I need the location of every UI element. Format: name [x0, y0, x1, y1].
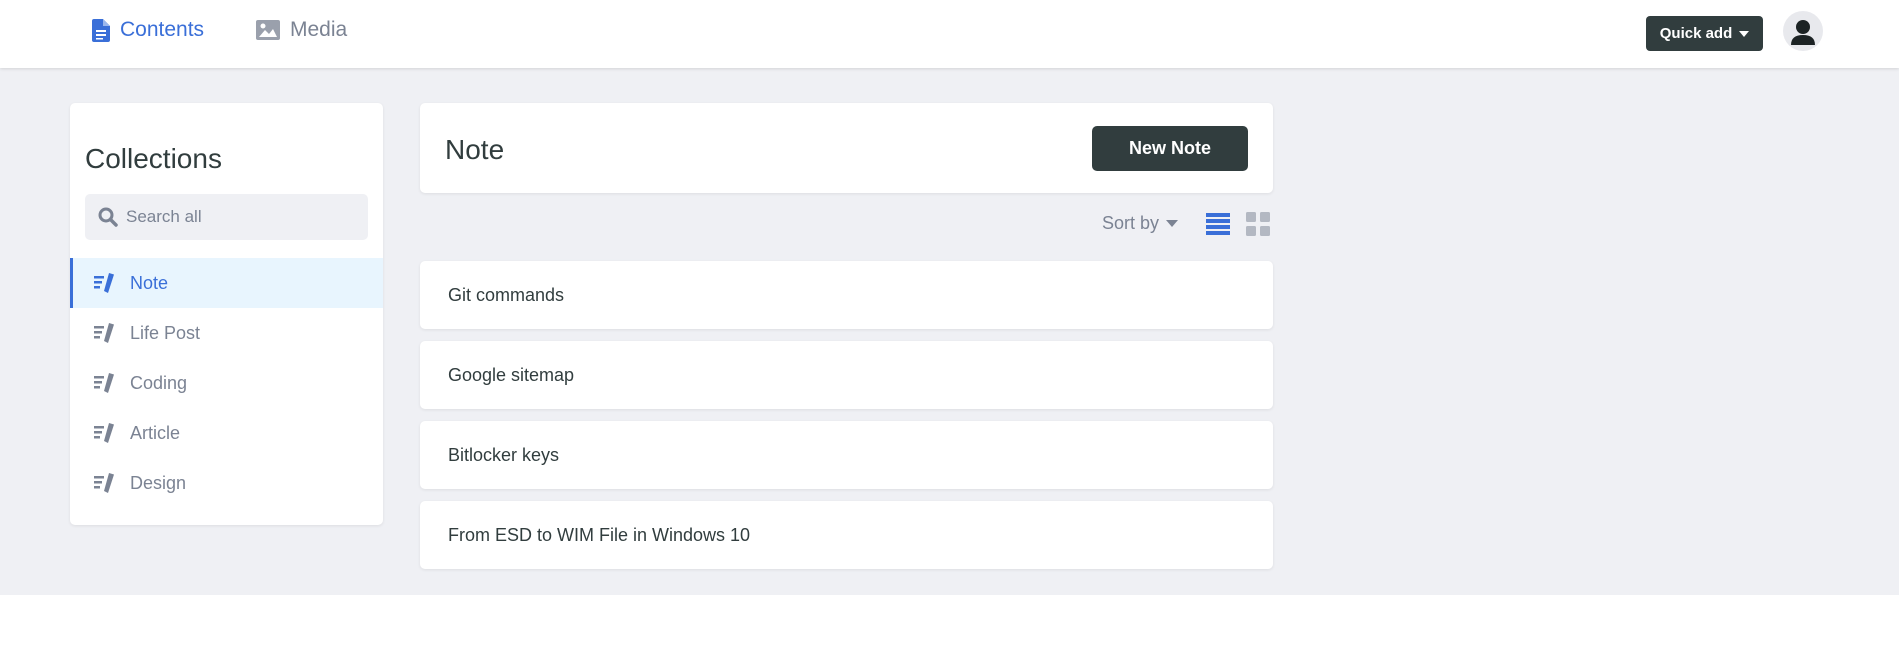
chevron-down-icon	[1739, 30, 1750, 37]
edit-list-icon	[94, 473, 114, 493]
main-area: Collections Note Life Post Coding	[0, 68, 1899, 595]
sidebar-item-label: Coding	[130, 372, 188, 393]
sort-by-dropdown[interactable]: Sort by	[1102, 213, 1179, 234]
nav-contents-label: Contents	[120, 18, 205, 41]
list-item[interactable]: From ESD to WIM File in Windows 10	[420, 501, 1273, 569]
nav-contents[interactable]: Contents	[92, 18, 204, 42]
top-navigation-bar: Contents Media Quick add	[0, 0, 1899, 68]
new-note-button[interactable]: New Note	[1092, 126, 1248, 171]
search-box[interactable]	[85, 194, 368, 240]
quick-add-button[interactable]: Quick add	[1646, 16, 1763, 51]
edit-list-icon	[94, 373, 114, 393]
collections-sidebar: Collections Note Life Post Coding	[70, 103, 383, 525]
collection-header: Note New Note	[420, 103, 1273, 193]
chevron-down-icon	[1166, 220, 1179, 227]
search-icon	[98, 207, 118, 227]
sidebar-item-label: Design	[130, 472, 187, 493]
image-icon	[256, 20, 280, 40]
list-item[interactable]: Git commands	[420, 261, 1273, 329]
user-icon	[1791, 20, 1815, 45]
list-toolbar: Sort by	[420, 193, 1273, 261]
sidebar-item-note[interactable]: Note	[70, 258, 383, 308]
sidebar-item-label: Article	[130, 422, 181, 443]
sidebar-item-article[interactable]: Article	[70, 408, 383, 458]
sidebar-item-label: Note	[130, 272, 169, 293]
search-input[interactable]	[126, 207, 346, 227]
list-item[interactable]: Google sitemap	[420, 341, 1273, 409]
page-title: Note	[445, 134, 505, 165]
edit-list-icon	[94, 323, 114, 343]
edit-list-icon	[94, 273, 114, 293]
quick-add-label: Quick add	[1659, 25, 1733, 42]
sidebar-item-design[interactable]: Design	[70, 458, 383, 508]
collection-list: Note Life Post Coding Article Design	[70, 258, 383, 508]
avatar[interactable]	[1783, 11, 1823, 51]
edit-list-icon	[94, 423, 114, 443]
sidebar-item-life-post[interactable]: Life Post	[70, 308, 383, 358]
list-item[interactable]: Bitlocker keys	[420, 421, 1273, 489]
collection-content: Note New Note Sort by Git commands Googl…	[420, 103, 1273, 581]
nav-media-label: Media	[290, 18, 348, 41]
sidebar-item-coding[interactable]: Coding	[70, 358, 383, 408]
document-icon	[92, 18, 110, 42]
nav-media[interactable]: Media	[256, 18, 347, 42]
grid-view-icon[interactable]	[1246, 212, 1270, 236]
list-view-icon[interactable]	[1206, 212, 1230, 236]
sidebar-item-label: Life Post	[130, 322, 201, 343]
sidebar-title: Collections	[85, 143, 222, 174]
sort-by-label: Sort by	[1102, 213, 1160, 233]
